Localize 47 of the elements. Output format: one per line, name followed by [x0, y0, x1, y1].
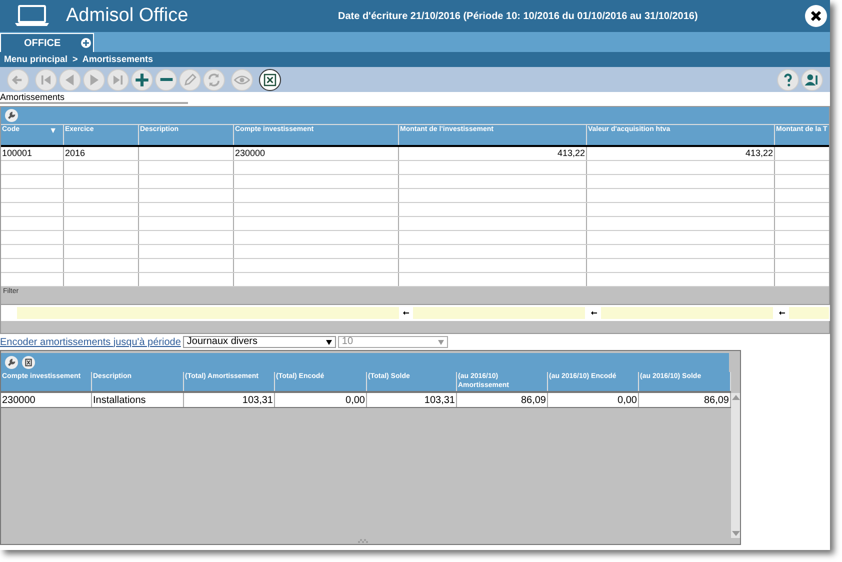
resize-grip-icon[interactable] — [358, 539, 368, 543]
table-cell: 103,31 — [367, 393, 457, 407]
app-title: Admisol Office — [66, 4, 190, 28]
add-tab-icon[interactable] — [81, 38, 91, 48]
encode-link[interactable]: Encoder amortissements jusqu'à période — [0, 334, 181, 350]
table-cell: 0,00 — [548, 393, 639, 407]
arrow-icon — [779, 311, 785, 315]
scroll-up-icon[interactable] — [732, 395, 740, 400]
tab[interactable]: OFFICE — [0, 33, 94, 52]
scrollbar[interactable] — [731, 393, 740, 538]
table-cell: 2016 — [64, 147, 139, 160]
filter-field[interactable] — [601, 307, 773, 319]
excel-button[interactable] — [259, 68, 281, 90]
excel-icon[interactable] — [22, 356, 35, 369]
minus-icon — [160, 78, 172, 81]
filter-field[interactable] — [789, 307, 829, 319]
table-cell: 86,09 — [457, 393, 548, 407]
table-cell: 0,00 — [275, 393, 367, 407]
caret-icon — [438, 340, 444, 344]
minus-button[interactable] — [155, 68, 177, 90]
table-cell: 100001 — [1, 147, 64, 160]
table-cell: Installations — [92, 393, 184, 407]
table-cell: 413,22 — [587, 147, 775, 160]
table-cell: 230000 — [1, 393, 92, 407]
table-cell: 103,31 — [184, 393, 275, 407]
filter-field[interactable] — [17, 307, 64, 319]
wrench-icon[interactable] — [5, 356, 18, 369]
laptop-icon — [14, 5, 50, 27]
scroll-down-icon[interactable] — [732, 531, 740, 536]
close-button[interactable] — [805, 5, 827, 27]
posting-date-info: Date d'écriture 21/10/2016 (Période 10: 10/2016 du 01/10/2016 au 31/10/2016) — [338, 10, 698, 24]
close-icon — [810, 10, 822, 22]
user-button[interactable] — [801, 68, 823, 90]
filter-field[interactable] — [413, 307, 585, 319]
section-label: Amortissements — [0, 92, 188, 104]
help-button[interactable] — [777, 68, 799, 90]
table-cell: 230000 — [234, 147, 399, 160]
filter-field[interactable] — [234, 307, 399, 319]
sort-indicator[interactable]: ▼ — [49, 125, 57, 137]
journal-select[interactable]: Journaux divers — [182, 336, 336, 348]
caret-icon — [326, 340, 332, 344]
plus-button[interactable] — [131, 68, 153, 90]
table-cell: 413,22 — [399, 147, 587, 160]
arrow-icon — [591, 311, 597, 315]
arrow-icon — [403, 311, 409, 315]
breadcrumb: Menu principal > Amortissements — [4, 52, 153, 66]
wrench-icon[interactable] — [5, 109, 18, 122]
